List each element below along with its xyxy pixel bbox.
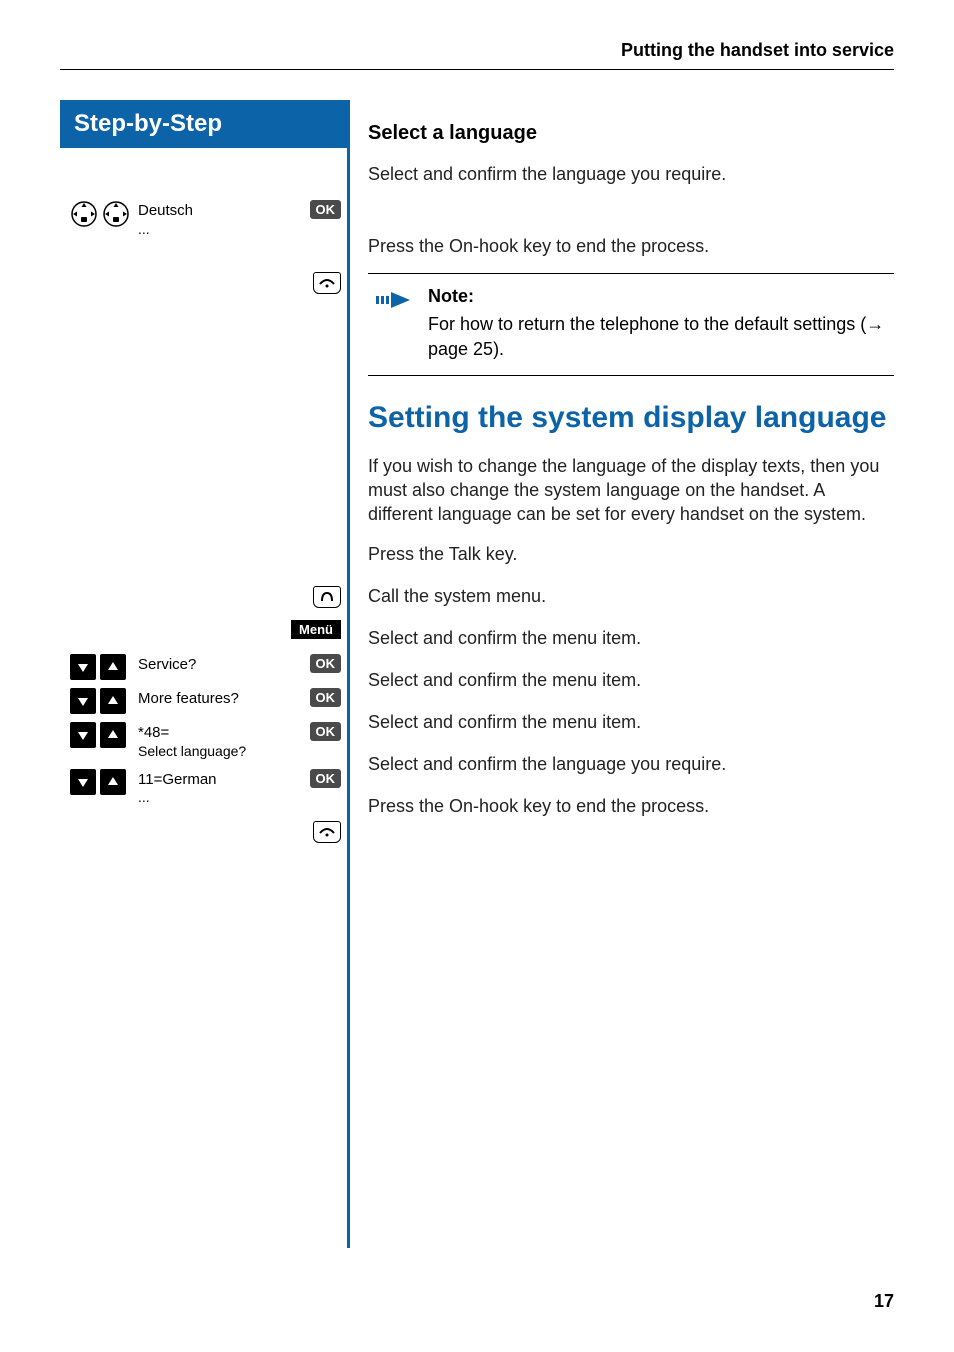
menu-badge: Menü (291, 620, 341, 639)
arrow-down-icon (70, 688, 96, 714)
ok-badge: OK (310, 200, 342, 219)
step-label: Service? (138, 654, 304, 675)
talk-key-icon (313, 586, 341, 608)
note-box: Note: For how to return the telephone to… (368, 273, 894, 376)
arrow-up-icon (100, 654, 126, 680)
paragraph: Press the Talk key. (368, 539, 894, 569)
ok-badge: OK (310, 769, 342, 788)
page-header: Putting the handset into service (60, 40, 894, 70)
sidebar-title: Step-by-Step (60, 100, 350, 148)
step-row-german: 11=German ... OK (60, 765, 347, 811)
paragraph: Select and confirm the language you requ… (368, 159, 894, 189)
content-column: Select a language Select and confirm the… (350, 100, 894, 1248)
paragraph: Call the system menu. (368, 581, 894, 611)
heading-system-language: Setting the system display language (368, 400, 894, 436)
arrow-up-icon (100, 688, 126, 714)
note-body: For how to return the telephone to the d… (428, 314, 884, 358)
paragraph: Select and confirm the language you requ… (368, 749, 894, 779)
ok-badge: OK (310, 654, 342, 673)
step-row-onhook (60, 268, 347, 302)
step-row-talk (60, 582, 347, 616)
sidebar: Step-by-Step (60, 100, 350, 1248)
arrow-down-icon (70, 722, 96, 748)
onhook-key-icon (313, 821, 341, 843)
step-label: *48= Select language? (138, 722, 304, 760)
nav-circle-icon (102, 200, 130, 228)
arrow-up-icon (100, 769, 126, 795)
ok-badge: OK (310, 688, 342, 707)
step-row-select-language: *48= Select language? OK (60, 718, 347, 764)
note-arrow-icon (374, 284, 414, 361)
nav-circle-icon (70, 200, 98, 228)
step-row-service: Service? OK (60, 650, 347, 684)
step-label: More features? (138, 688, 304, 709)
paragraph: Press the On-hook key to end the process… (368, 791, 894, 821)
two-column-layout: Step-by-Step (60, 100, 894, 1248)
ok-badge: OK (310, 722, 342, 741)
paragraph: Select and confirm the menu item. (368, 665, 894, 695)
arrow-down-icon (70, 769, 96, 795)
step-label: 11=German ... (138, 769, 304, 807)
step-row-onhook (60, 817, 347, 851)
subheading-select-language: Select a language (368, 122, 894, 145)
arrow-up-icon (100, 722, 126, 748)
step-row-deutsch: Deutsch ... OK (60, 196, 347, 242)
step-label: Deutsch ... (138, 200, 304, 238)
paragraph: Select and confirm the menu item. (368, 707, 894, 737)
step-row-more-features: More features? OK (60, 684, 347, 718)
onhook-key-icon (313, 272, 341, 294)
nav-key-icons (70, 200, 132, 228)
step-row-menu: Menü (60, 616, 347, 650)
paragraph: Press the On-hook key to end the process… (368, 231, 894, 261)
paragraph: If you wish to change the language of th… (368, 454, 894, 527)
page-number: 17 (874, 1291, 894, 1312)
arrow-down-icon (70, 654, 96, 680)
note-title: Note: (428, 284, 888, 308)
paragraph: Select and confirm the menu item. (368, 623, 894, 653)
